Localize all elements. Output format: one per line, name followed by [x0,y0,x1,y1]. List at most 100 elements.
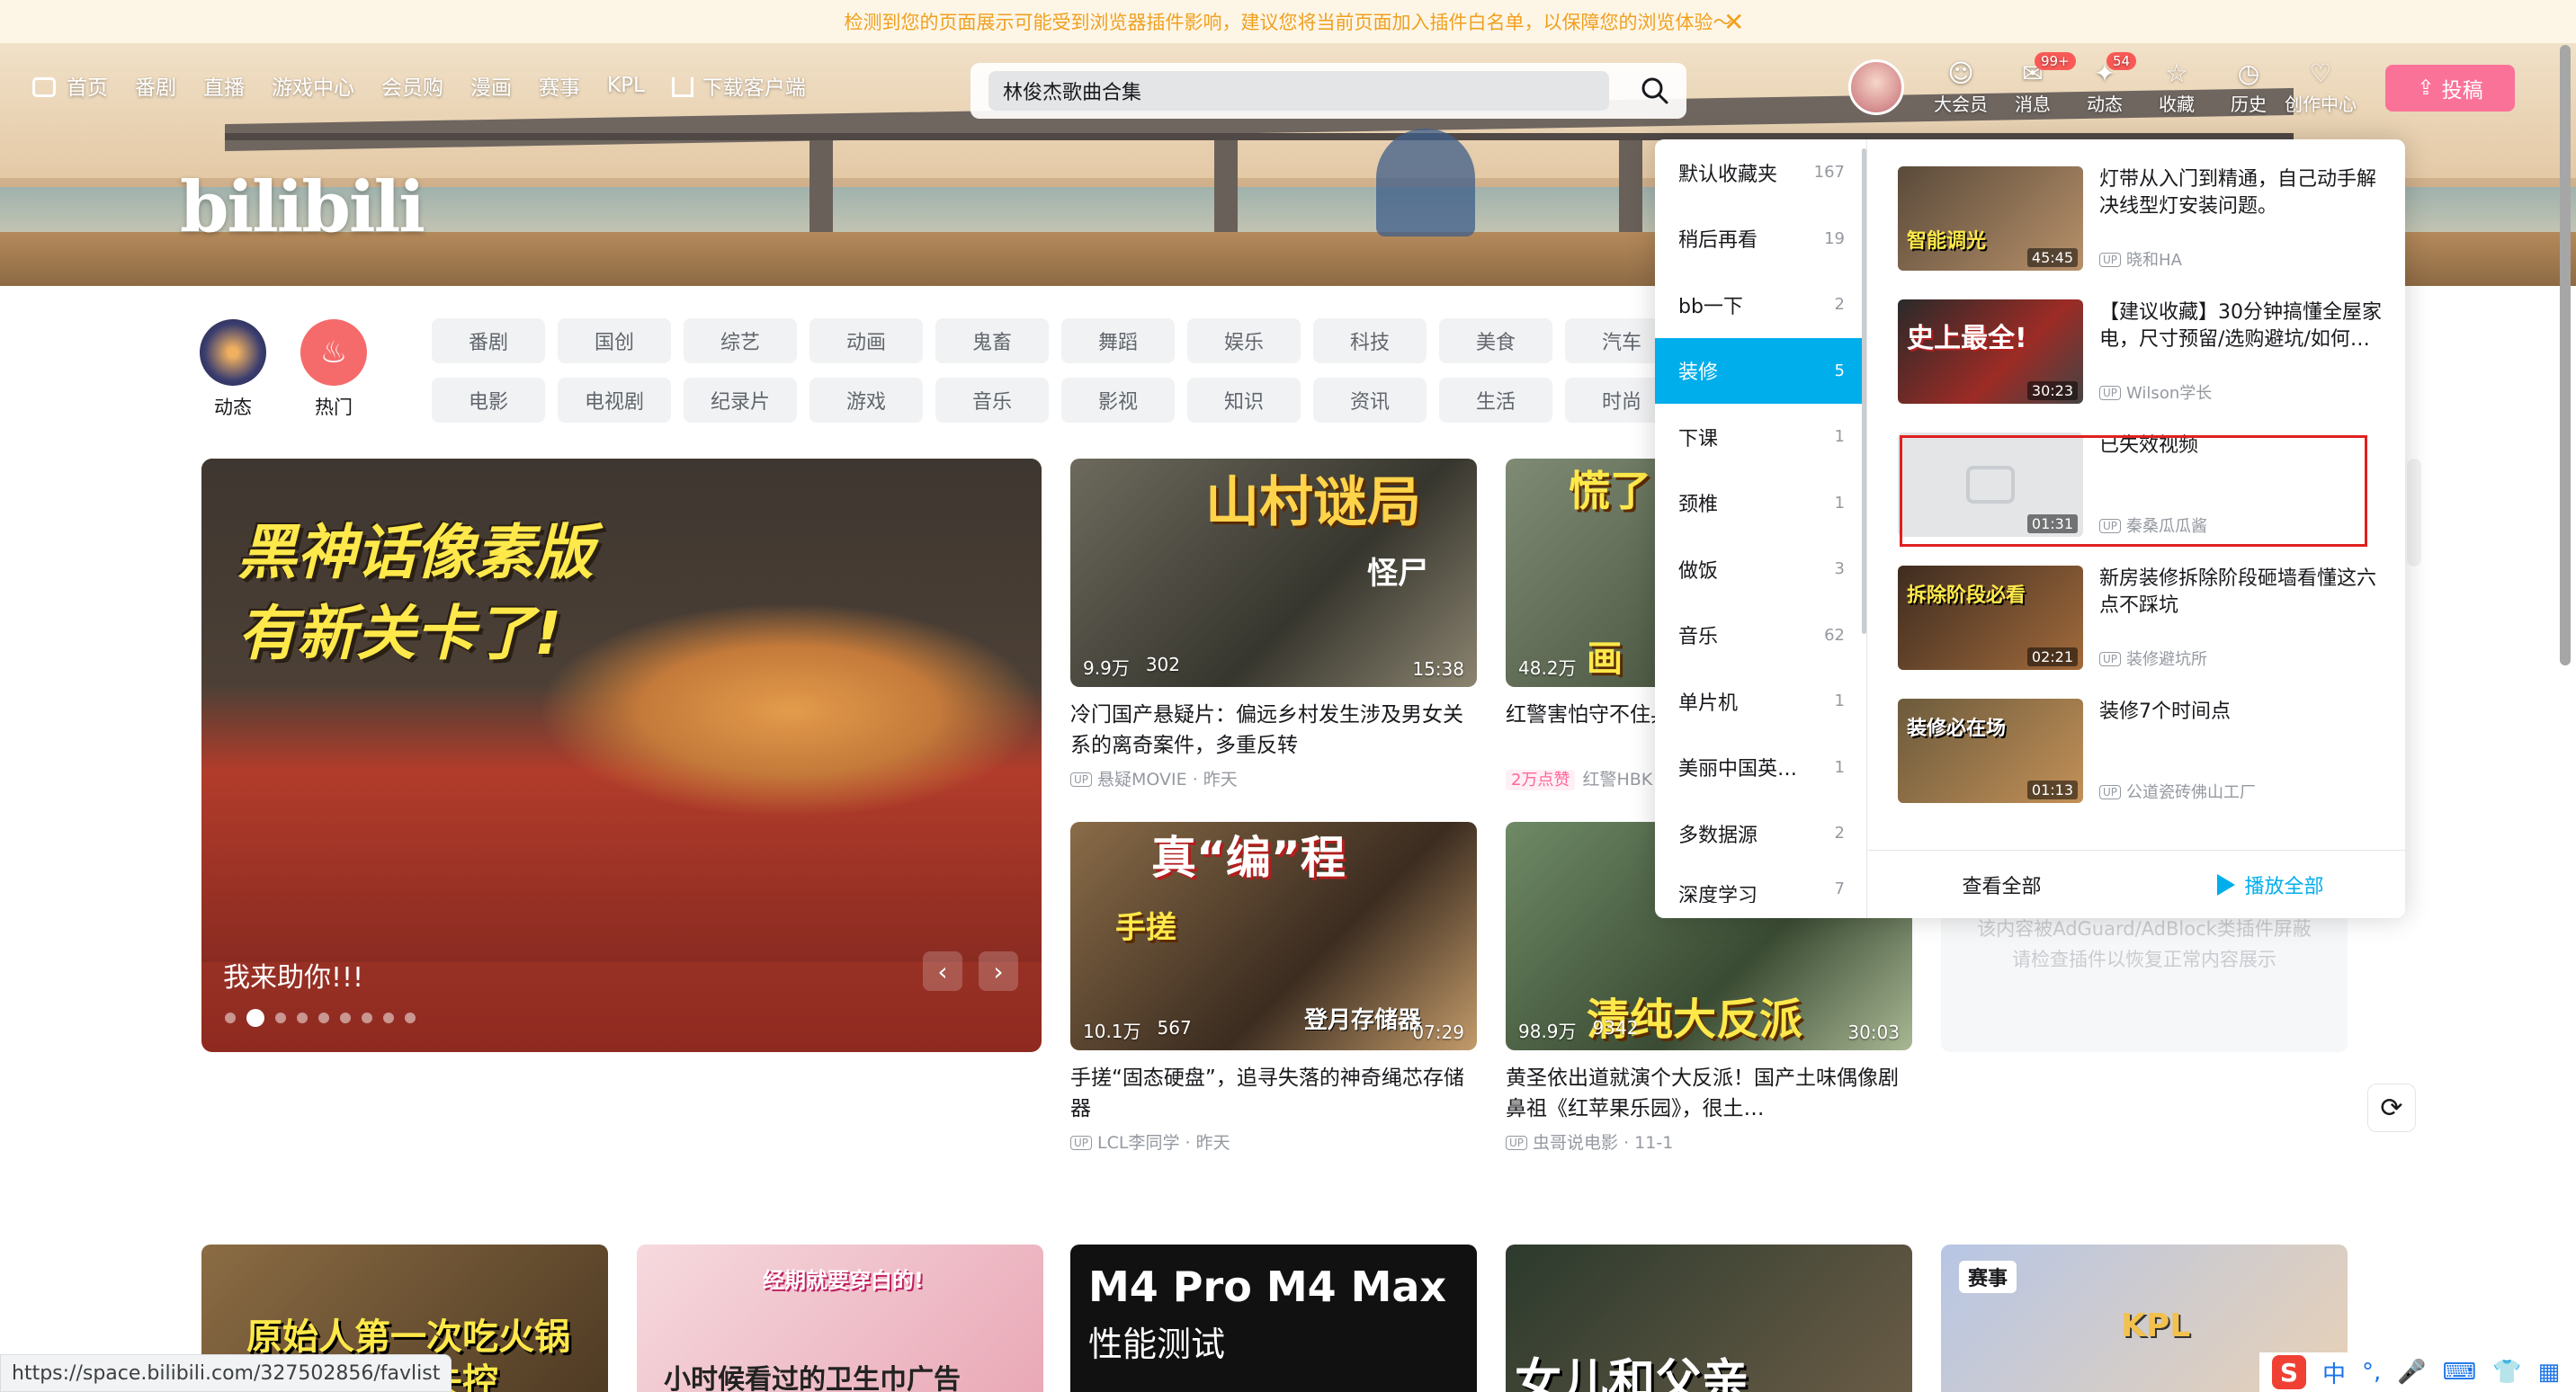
favorite-title[interactable]: 【建议收藏】30分钟搞懂全屋家电，尺寸预留/选购避坑/如何… [2099,299,2387,353]
carousel-dot[interactable] [362,1013,372,1023]
channel-chip[interactable]: 国创 [558,318,671,363]
carousel-dot[interactable] [340,1013,351,1023]
ime-punct[interactable]: °, [2362,1359,2381,1386]
dynamic-entry[interactable]: 54 ✦ 动态 [2069,52,2141,116]
carousel-dot[interactable] [383,1013,394,1023]
channel-chip[interactable]: 娱乐 [1187,318,1301,363]
nav-mall[interactable]: 会员购 [381,70,443,101]
channel-chip[interactable]: 电视剧 [558,378,671,423]
channel-chip[interactable]: 生活 [1439,378,1552,423]
nav-game-center[interactable]: 游戏中心 [272,70,354,101]
video-card[interactable]: 真“编”程 手搓 登月存储器 10.1万 567 07:29 手搓“固态硬盘”，追… [1070,822,1477,1154]
hero-carousel[interactable]: 黑神话像素版 有新关卡了! 我来助你!!! ‹ › [201,459,1042,1052]
video-thumbnail[interactable]: 女儿和父亲 [1506,1245,1912,1392]
uploader-name[interactable]: LCL李同学 [1097,1133,1179,1153]
favorite-thumbnail[interactable]: 智能调光 45:45 [1898,166,2083,271]
channel-chip[interactable]: 鬼畜 [935,318,1049,363]
favorite-folder[interactable]: 做饭 3 [1655,536,1866,602]
video-card[interactable]: 山村谜局 怪尸 9.9万 302 15:38 冷门国产悬疑片：偏远乡村发生涉及男女… [1070,459,1477,790]
uploader-name[interactable]: 悬疑MOVIE [1097,770,1187,790]
messages-entry[interactable]: 99+ ✉ 消息 [1997,52,2076,116]
favorite-item[interactable]: 智能调光 45:45 灯带从入门到精通，自己动手解决线型灯安装问题。 UP 晓和H… [1898,166,2384,299]
carousel-dot[interactable] [405,1013,416,1023]
close-icon[interactable]: ✕ [1723,7,1744,37]
ime-lang[interactable]: 中 [2322,1356,2346,1389]
favorite-uploader[interactable]: 装修避坑所 [2126,650,2207,669]
folder-list-scrollbar[interactable] [1862,148,1866,634]
search-input[interactable] [988,71,1609,111]
channel-chip[interactable]: 舞蹈 [1061,318,1175,363]
channel-chip[interactable]: 影视 [1061,378,1175,423]
video-thumbnail[interactable]: 经期就要穿白的! 小时候看过的卫生巾广告 [637,1245,1043,1392]
favorite-folder[interactable]: 默认收藏夹 167 [1655,139,1866,206]
favorite-thumbnail[interactable]: 史上最全! 30:23 [1898,299,2083,404]
search-icon[interactable] [1640,76,1670,106]
uploader-name[interactable]: 红警HBK [1582,770,1652,790]
video-thumbnail[interactable]: M4 Pro M4 Max 性能测试 [1070,1245,1477,1392]
favorite-folder[interactable]: 下课 1 [1655,404,1866,470]
uploader-name[interactable]: 虫哥说电影 [1533,1133,1618,1153]
channel-chip[interactable]: 电影 [432,378,545,423]
favorite-folder[interactable]: 单片机 1 [1655,668,1866,735]
vip-entry[interactable]: ☺ 大会员 [1925,58,1997,116]
quick-hot[interactable]: ♨ 热门 [300,319,367,420]
nav-live[interactable]: 直播 [203,70,245,101]
channel-chip[interactable]: 番剧 [432,318,545,363]
video-thumbnail[interactable]: 山村谜局 怪尸 9.9万 302 15:38 [1070,459,1477,687]
carousel-dot-active[interactable] [246,1009,264,1027]
channel-chip[interactable]: 综艺 [684,318,797,363]
favorite-title[interactable]: 灯带从入门到精通，自己动手解决线型灯安装问题。 [2099,166,2387,220]
favorite-item[interactable]: 史上最全! 30:23 【建议收藏】30分钟搞懂全屋家电，尺寸预留/选购避坑/如… [1898,299,2384,433]
favorites-entry[interactable]: ☆ 收藏 [2141,58,2213,116]
channel-chip[interactable]: 资讯 [1313,378,1427,423]
nav-match[interactable]: 赛事 [539,70,580,101]
grid-icon[interactable]: ▦ [2538,1359,2561,1386]
favorite-folder[interactable]: 美丽中国英… 1 [1655,735,1866,801]
sogou-logo-icon[interactable]: S [2272,1355,2306,1389]
favorite-item[interactable]: 装修必在场 01:13 装修7个时间点 UP 公道瓷砖佛山工厂 [1898,699,2384,832]
carousel-prev-button[interactable]: ‹ [923,951,962,991]
channel-chip[interactable]: 纪录片 [684,378,797,423]
favorite-title[interactable]: 装修7个时间点 [2099,699,2387,726]
video-title[interactable]: 手搓“固态硬盘”，追寻失落的神奇绳芯存储器 [1070,1063,1477,1124]
favorite-folder[interactable]: bb一下 2 [1655,272,1866,338]
favorite-folder[interactable]: 深度学习 7 [1655,867,1866,903]
favorite-uploader[interactable]: 晓和HA [2126,251,2182,270]
carousel-dot[interactable] [318,1013,329,1023]
favorite-uploader[interactable]: 公道瓷砖佛山工厂 [2126,783,2256,802]
play-all-button[interactable]: 播放全部 [2136,851,2405,918]
nav-download-client[interactable]: 下载客户端 [671,70,806,101]
carousel-next-button[interactable]: › [979,951,1018,991]
favorite-folder-active[interactable]: 装修 5 [1655,337,1866,404]
channel-chip[interactable]: 动画 [809,318,923,363]
channel-chip[interactable]: 知识 [1187,378,1301,423]
video-title[interactable]: 黄圣依出道就演个大反派！国产土味偶像剧鼻祖《红苹果乐园》，很土… [1506,1063,1912,1124]
channel-chip[interactable]: 音乐 [935,378,1049,423]
favorite-folder[interactable]: 多数据源 2 [1655,800,1866,867]
history-entry[interactable]: ◷ 历史 [2213,58,2285,116]
carousel-dot[interactable] [297,1013,308,1023]
favorite-thumbnail[interactable]: 装修必在场 01:13 [1898,699,2083,803]
refresh-button[interactable]: ⟳ [2367,1084,2416,1132]
carousel-caption[interactable]: 我来助你!!! [223,955,363,995]
favorite-folder[interactable]: 颈椎 1 [1655,470,1866,537]
channel-chip[interactable]: 科技 [1313,318,1427,363]
nav-bangumi[interactable]: 番剧 [135,70,176,101]
favorite-thumbnail[interactable]: 拆除阶段必看 02:21 [1898,566,2083,670]
keyboard-icon[interactable]: ⌨ [2443,1359,2477,1386]
mic-icon[interactable]: 🎤 [2397,1359,2426,1386]
skin-icon[interactable]: 👕 [2492,1359,2521,1386]
view-all-button[interactable]: 查看全部 [1867,851,2136,918]
quick-dynamic[interactable]: 动态 [200,319,266,420]
bilibili-logo[interactable]: bilibili [180,166,425,248]
page-scrollbar[interactable] [2560,45,2571,665]
video-thumbnail[interactable]: 真“编”程 手搓 登月存储器 10.1万 567 07:29 [1070,822,1477,1050]
favorite-uploader[interactable]: Wilson学长 [2126,384,2212,403]
upload-button[interactable]: ⇪ 投稿 [2385,65,2515,112]
nav-manga[interactable]: 漫画 [470,70,512,101]
favorite-folder[interactable]: 稍后再看 19 [1655,206,1866,272]
nav-home[interactable]: 首页 [32,70,108,101]
nav-kpl[interactable]: KPL [607,74,645,97]
channel-chip[interactable]: 美食 [1439,318,1552,363]
favorite-folder[interactable]: 音乐 62 [1655,602,1866,669]
